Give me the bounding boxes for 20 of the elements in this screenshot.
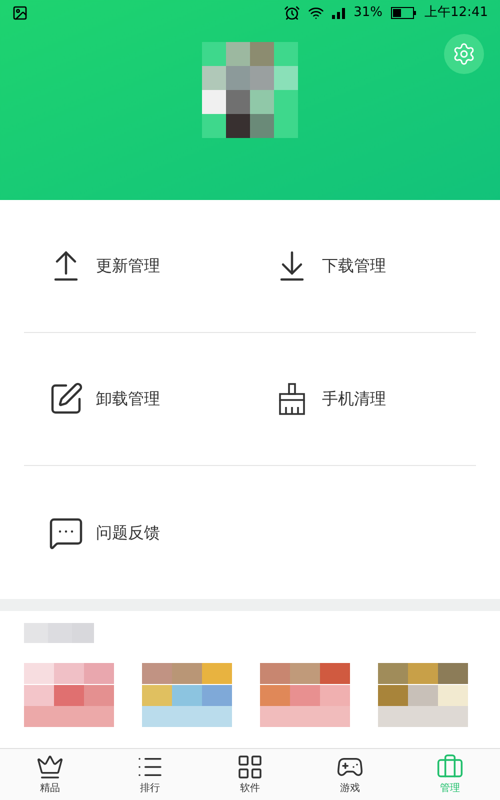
- signal-icon: [332, 7, 346, 19]
- battery-percent: 31%: [354, 4, 383, 22]
- menu-item[interactable]: 下载管理: [250, 200, 476, 332]
- menu-item[interactable]: 卸载管理: [24, 333, 250, 465]
- battery-icon: [390, 7, 417, 19]
- wifi-icon: [308, 5, 324, 21]
- crown-icon: [36, 753, 64, 781]
- settings-button[interactable]: [444, 34, 484, 74]
- settings-icon: [452, 42, 476, 66]
- nav-tab[interactable]: 游戏: [300, 749, 400, 800]
- clock: 上午12:41: [424, 4, 488, 22]
- grid-icon: [236, 753, 264, 781]
- menu-item[interactable]: 更新管理: [24, 200, 250, 332]
- menu-item[interactable]: 手机清理: [250, 333, 476, 465]
- image-icon: [12, 5, 28, 21]
- nav-tab[interactable]: 软件: [200, 749, 300, 800]
- nav-tab[interactable]: 精品: [0, 749, 100, 800]
- menu-item[interactable]: 问题反馈: [24, 466, 250, 599]
- nav-tab[interactable]: 排行: [100, 749, 200, 800]
- alarm-icon: [284, 5, 300, 21]
